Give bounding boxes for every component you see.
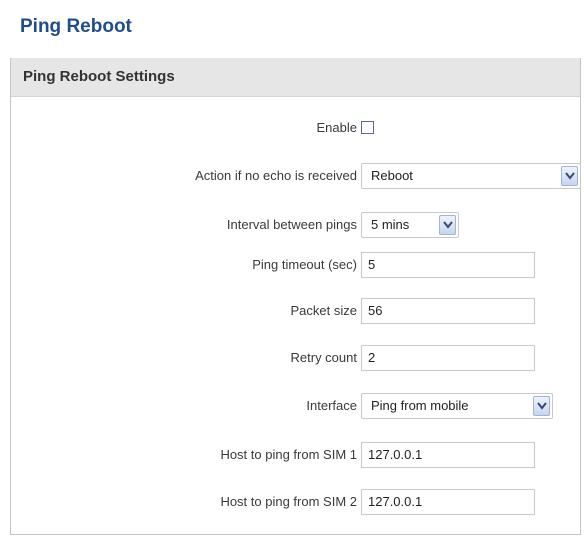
page-title: Ping Reboot [20,16,132,37]
host-sim1-row: Host to ping from SIM 1 127.0.0.1 [11,442,580,468]
timeout-label: Ping timeout (sec) [252,257,357,272]
interface-select[interactable]: Ping from mobile [361,393,553,419]
retry-label: Retry count [290,350,357,365]
settings-panel: Ping Reboot Settings Enable Action if no… [10,58,581,535]
host-sim1-value: 127.0.0.1 [368,447,423,462]
packet-size-input[interactable]: 56 [361,298,535,324]
packet-size-value: 56 [368,303,383,318]
host-sim2-input[interactable]: 127.0.0.1 [361,489,535,515]
packet-size-row: Packet size 56 [11,298,580,324]
enable-label: Enable [316,120,357,135]
host-sim2-row: Host to ping from SIM 2 127.0.0.1 [11,489,580,515]
interval-label: Interval between pings [226,217,357,232]
enable-row: Enable [11,116,580,140]
host-sim2-label: Host to ping from SIM 2 [220,494,357,509]
timeout-row: Ping timeout (sec) 5 [11,252,580,278]
timeout-value: 5 [368,257,376,272]
host-sim2-value: 127.0.0.1 [368,494,423,509]
interface-select-value: Ping from mobile [371,398,469,413]
timeout-input[interactable]: 5 [361,252,535,278]
action-select[interactable]: Reboot [361,163,581,189]
interval-row: Interval between pings 5 mins [11,212,580,238]
interface-label: Interface [306,398,357,413]
chevron-down-icon[interactable] [439,215,456,235]
chevron-down-icon[interactable] [533,396,550,416]
interval-select-value: 5 mins [371,217,410,232]
retry-row: Retry count 2 [11,345,580,371]
interval-select[interactable]: 5 mins [361,212,459,238]
interface-row: Interface Ping from mobile [11,393,580,419]
host-sim1-input[interactable]: 127.0.0.1 [361,442,535,468]
action-label: Action if no echo is received [195,168,357,183]
section-title: Ping Reboot Settings [11,58,580,97]
retry-input[interactable]: 2 [361,345,535,371]
retry-value: 2 [368,350,376,365]
chevron-down-icon[interactable] [561,166,578,186]
host-sim1-label: Host to ping from SIM 1 [220,447,357,462]
enable-checkbox[interactable] [361,121,374,134]
packet-size-label: Packet size [290,303,357,318]
action-select-value: Reboot [371,168,413,183]
action-row: Action if no echo is received Reboot [11,163,581,189]
